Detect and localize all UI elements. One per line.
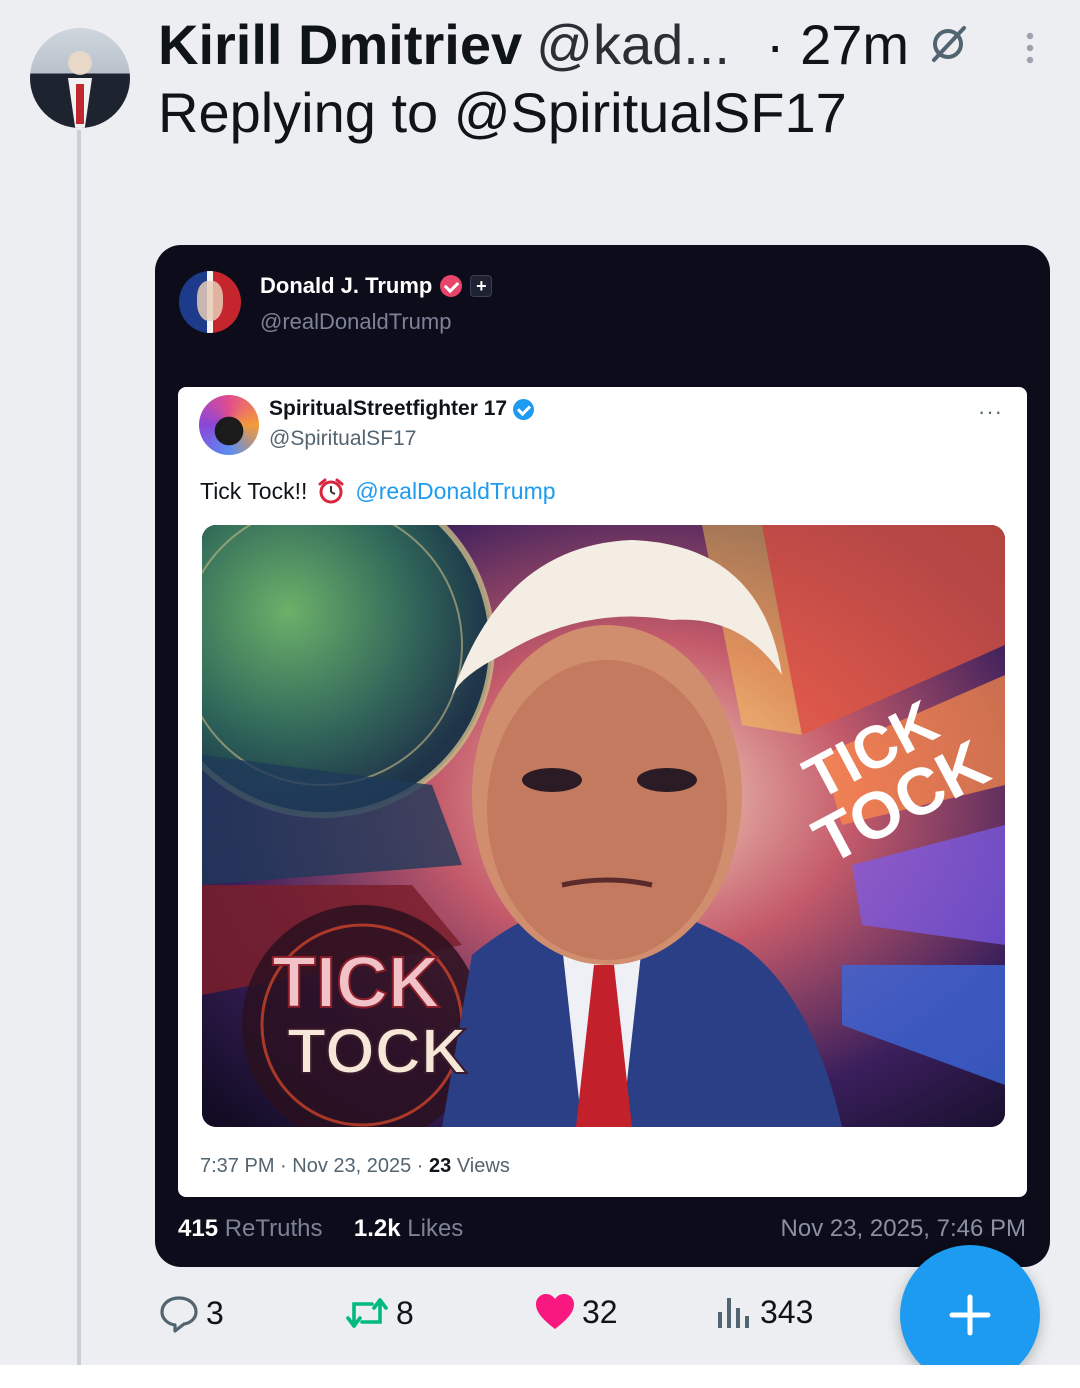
repost-button[interactable]: 8	[344, 1292, 414, 1334]
image-text-tock-left: TOCK	[287, 1015, 467, 1087]
reply-count: 3	[206, 1294, 224, 1331]
embedded-text: Tick Tock!!	[200, 477, 308, 504]
embedded-post-text: Tick Tock!! @realDonaldTrump	[200, 477, 556, 505]
reply-icon	[160, 1296, 198, 1333]
truth-author-name: Donald J. Trump	[260, 273, 433, 298]
views-chart-icon	[718, 1298, 749, 1328]
embedded-views-label: Views	[456, 1155, 510, 1177]
heart-icon	[536, 1294, 574, 1329]
truth-stats: 415 ReTruths 1.2k Likes	[178, 1215, 463, 1243]
plus-icon	[949, 1294, 991, 1336]
embedded-views-count: 23	[429, 1155, 452, 1177]
author-handle[interactable]: @kad...	[536, 10, 730, 80]
thread-line	[77, 130, 81, 1388]
plus-badge-icon: +	[470, 275, 493, 297]
embedded-author-handle: @SpiritualSF17	[269, 427, 417, 450]
post-header: Kirill Dmitriev @kad... · 27m	[158, 10, 909, 80]
post-time[interactable]: · 27m	[766, 10, 909, 80]
truth-social-screenshot[interactable]: Donald J. Trump + @realDonaldTrump Spiri…	[155, 245, 1050, 1267]
next-post-peek	[0, 1365, 1080, 1388]
repost-icon	[346, 1298, 388, 1328]
replying-mention[interactable]: @SpiritualSF17	[454, 81, 847, 144]
embedded-post-time: 7:37 PM · Nov 23, 2025 ·	[200, 1155, 424, 1177]
replying-to: Replying to @SpiritualSF17	[158, 78, 847, 148]
truth-likes-label: Likes	[407, 1215, 464, 1242]
like-count: 32	[582, 1293, 618, 1330]
truth-date: Nov 23, 2025, 7:46 PM	[780, 1215, 1026, 1242]
image-text-tick-left: TICK	[272, 943, 440, 1023]
post-image: TICK TOCK TICK TOCK	[202, 525, 1005, 1127]
reply-restricted-icon	[932, 26, 966, 62]
replying-prefix: Replying to	[158, 81, 439, 144]
views-count: 343	[760, 1293, 814, 1330]
embedded-mention: @realDonaldTrump	[355, 477, 556, 504]
author-avatar[interactable]	[30, 28, 130, 128]
more-horizontal-icon: ···	[978, 399, 1003, 424]
reply-button[interactable]: 3	[158, 1292, 224, 1334]
compose-fab-button[interactable]	[900, 1245, 1040, 1385]
action-bar: 3 8 32 343	[158, 1292, 898, 1342]
truth-author-handle: @realDonaldTrump	[260, 309, 452, 334]
embedded-author: SpiritualStreetfighter 17	[269, 397, 535, 421]
embedded-avatar	[199, 395, 259, 455]
author-name[interactable]: Kirill Dmitriev	[158, 10, 522, 80]
verified-badge-icon	[513, 398, 535, 420]
truth-avatar	[179, 271, 241, 333]
embedded-x-post: SpiritualStreetfighter 17 @SpiritualSF17…	[178, 387, 1027, 1197]
retruths-label: ReTruths	[224, 1215, 323, 1242]
embedded-author-name: SpiritualStreetfighter 17	[269, 397, 508, 420]
embedded-post-meta: 7:37 PM · Nov 23, 2025 · 23 Views	[200, 1155, 510, 1178]
repost-count: 8	[396, 1294, 414, 1331]
retruths-count: 415	[178, 1215, 219, 1242]
truth-likes-count: 1.2k	[353, 1215, 401, 1242]
views-button[interactable]: 343	[714, 1292, 813, 1332]
alarm-clock-icon	[318, 478, 344, 504]
verified-badge-icon	[440, 275, 463, 297]
more-vertical-icon[interactable]	[1015, 28, 1045, 68]
truth-author: Donald J. Trump +	[260, 273, 493, 299]
like-button[interactable]: 32	[534, 1292, 618, 1332]
